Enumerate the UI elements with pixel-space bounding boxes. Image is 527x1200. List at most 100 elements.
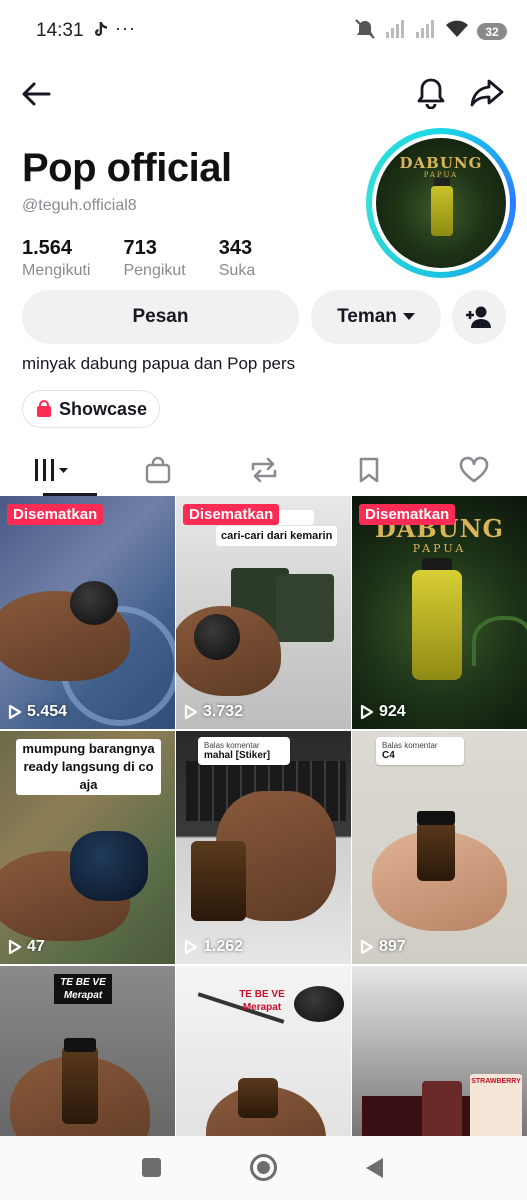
profile-bio: minyak dabung papua dan Pop pers [22, 354, 296, 373]
poster-subtitle: PAPUA [412, 542, 467, 555]
view-count: 5.454 [8, 703, 67, 721]
product-box-image [276, 574, 334, 642]
video-caption: mumpung barangnya ready langsung di co a… [16, 739, 161, 795]
product-jar-image [238, 1078, 278, 1118]
profile-stats: 1.564 Mengikuti 713 Pengikut 343 Suka [22, 237, 288, 280]
video-caption: cari-cari dari kemarin [216, 526, 338, 546]
view-count-value: 1.262 [203, 938, 244, 955]
videos-tab[interactable] [0, 444, 105, 496]
product-jar-image [417, 821, 455, 881]
video-tile[interactable]: mumpung barangnya ready langsung di co a… [0, 731, 175, 964]
signal-icon-2 [415, 19, 437, 44]
view-count-value: 47 [27, 938, 45, 955]
shopping-bag-icon [145, 456, 171, 484]
avatar-image: DABUNG PAPUA [376, 138, 506, 268]
stat-followers[interactable]: 713 Pengikut [123, 237, 185, 280]
favorites-tab[interactable] [316, 444, 421, 496]
view-count: 924 [360, 703, 406, 721]
play-icon [184, 704, 198, 720]
video-tile[interactable]: DABUNG PAPUA Disematkan 924 [352, 496, 527, 729]
view-count-value: 3.732 [203, 703, 244, 720]
bell-icon [417, 78, 445, 109]
avatar[interactable]: DABUNG PAPUA [366, 128, 516, 278]
arrow-left-icon [22, 82, 51, 106]
home-button[interactable] [250, 1154, 277, 1181]
showcase-button[interactable]: Showcase [22, 390, 161, 428]
profile-tabs [0, 444, 527, 496]
bookmark-icon [359, 457, 379, 483]
add-friend-button[interactable] [452, 290, 506, 344]
bottle-image [431, 186, 453, 236]
comment-text: mahal [Stiker] [204, 750, 271, 761]
stat-label: Suka [218, 262, 256, 279]
view-count-value: 897 [379, 938, 406, 955]
pinned-badge: Disematkan [359, 504, 456, 525]
product-cap-image [70, 581, 118, 625]
stat-label: Pengikut [123, 262, 186, 279]
share-arrow-icon [470, 79, 504, 107]
product-sign: STRAWBERRY [471, 1078, 521, 1085]
status-indicators: 32 [353, 18, 507, 45]
video-label: TE BE VE Merapat [54, 974, 112, 1004]
message-button[interactable]: Pesan [22, 290, 299, 344]
mute-icon [353, 18, 377, 45]
product-cap-image [70, 831, 148, 901]
shopping-bag-icon [37, 400, 51, 417]
liked-tab[interactable] [422, 444, 527, 496]
tiktok-notification-icon [92, 21, 108, 44]
view-count-value: 924 [379, 703, 406, 720]
wifi-icon [445, 19, 469, 44]
stat-following[interactable]: 1.564 Mengikuti [22, 237, 90, 280]
status-bar: 14:31 ··· 32 [0, 0, 527, 64]
caret-down-icon [402, 313, 415, 320]
product-cap-image [194, 614, 240, 660]
bottle-image [412, 570, 462, 680]
signal-icon-1 [385, 19, 407, 44]
grid-bars-icon [34, 459, 68, 481]
snake-image [472, 616, 527, 666]
share-button[interactable] [468, 74, 506, 112]
video-tile[interactable]: mu cari-cari dari kemarin Disematkan 3.7… [176, 496, 351, 729]
reposts-tab[interactable] [211, 444, 316, 496]
video-label: TE BE VE Merapat [239, 989, 285, 1013]
more-notifications-icon: ··· [115, 18, 136, 38]
reply-comment-card: Balas komentar mahal [Stiker] [198, 737, 290, 765]
stat-value: 713 [123, 237, 157, 259]
play-icon [8, 939, 22, 955]
reply-comment-card: Balas komentar C4 [376, 737, 464, 765]
heart-icon [460, 456, 489, 483]
pinned-badge: Disematkan [7, 504, 104, 525]
avatar-title: DABUNG [399, 154, 483, 172]
video-tile[interactable]: Disematkan 5.454 [0, 496, 175, 729]
stat-value: 1.564 [22, 237, 73, 259]
video-tile[interactable]: Balas komentar C4 897 [352, 731, 527, 964]
system-navigation-bar [0, 1136, 527, 1200]
play-icon [184, 939, 198, 955]
play-icon [8, 704, 22, 720]
comment-header: Balas komentar [382, 741, 438, 750]
view-count: 897 [360, 938, 406, 956]
stat-label: Mengikuti [22, 262, 91, 279]
mouse-image [294, 986, 344, 1022]
stat-likes[interactable]: 343 Suka [219, 237, 255, 280]
notifications-button[interactable] [413, 74, 449, 112]
comment-header: Balas komentar [204, 741, 260, 750]
stat-value: 343 [218, 237, 253, 259]
view-count: 1.262 [184, 938, 243, 956]
back-button[interactable] [18, 76, 54, 112]
view-count: 3.732 [184, 703, 243, 721]
shop-tab[interactable] [105, 444, 210, 496]
showcase-label: Showcase [59, 398, 148, 419]
system-back-button[interactable] [366, 1158, 383, 1178]
friend-button[interactable]: Teman [311, 290, 441, 344]
recent-apps-button[interactable] [142, 1158, 161, 1177]
view-count: 47 [8, 938, 45, 956]
add-user-icon [466, 306, 491, 328]
jar-cap [64, 1038, 96, 1052]
battery-indicator: 32 [477, 23, 507, 40]
play-icon [360, 704, 374, 720]
status-time: 14:31 [36, 20, 84, 41]
comment-text: C4 [382, 750, 395, 761]
video-tile[interactable]: Balas komentar mahal [Stiker] 1.262 [176, 731, 351, 964]
repost-icon [251, 457, 276, 483]
